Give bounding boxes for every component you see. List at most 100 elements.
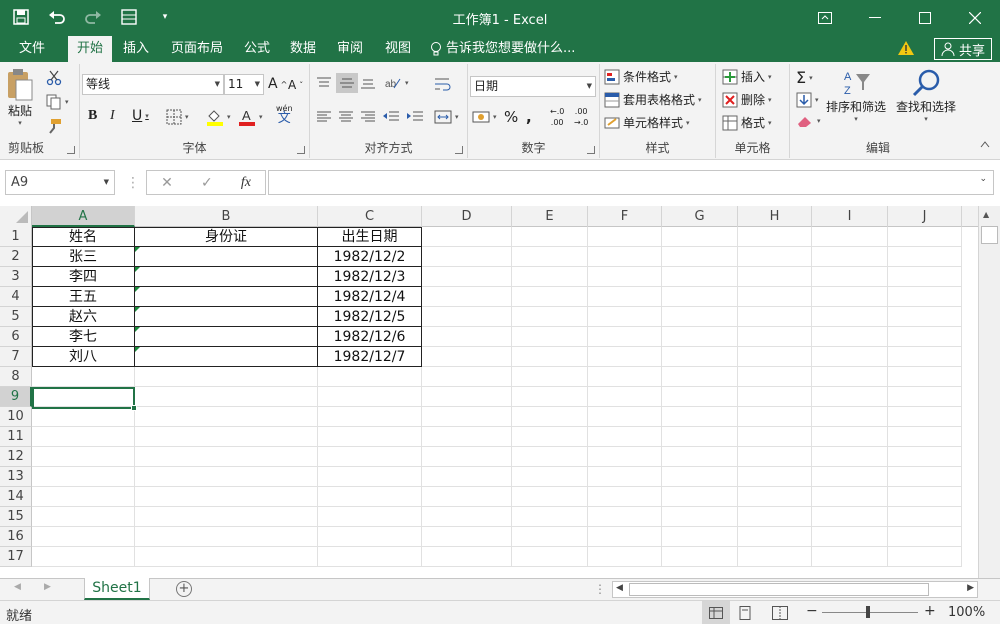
cell-a13[interactable] (32, 467, 135, 487)
cell-i6[interactable] (812, 327, 888, 347)
font-name-combo[interactable]: 等线 ▼ (82, 74, 224, 95)
row-header-1[interactable]: 1 (0, 227, 32, 247)
column-header-a[interactable]: A (32, 206, 135, 227)
cell-e2[interactable] (512, 247, 588, 267)
cell-c12[interactable] (318, 447, 422, 467)
cell-i2[interactable] (812, 247, 888, 267)
cut-icon[interactable] (46, 70, 62, 86)
column-header-c[interactable]: C (318, 206, 422, 227)
cell-a4[interactable]: 王五 (32, 287, 135, 307)
cell-j6[interactable] (888, 327, 962, 347)
cell-j11[interactable] (888, 427, 962, 447)
cell-f13[interactable] (588, 467, 662, 487)
cell-i10[interactable] (812, 407, 888, 427)
zoom-in-icon[interactable]: + (924, 603, 936, 619)
cell-f1[interactable] (588, 227, 662, 247)
cell-d1[interactable] (422, 227, 512, 247)
row-header-15[interactable]: 15 (0, 507, 32, 527)
cell-b4[interactable] (135, 287, 318, 307)
zoom-out-icon[interactable]: − (806, 603, 818, 619)
delete-cells-button[interactable]: 删除 ▾ (722, 91, 772, 108)
wrap-text-icon[interactable] (434, 76, 452, 92)
cell-j14[interactable] (888, 487, 962, 507)
cell-j10[interactable] (888, 407, 962, 427)
column-header-j[interactable]: J (888, 206, 962, 227)
cell-g9[interactable] (662, 387, 738, 407)
cell-j4[interactable] (888, 287, 962, 307)
cell-c17[interactable] (318, 547, 422, 567)
cell-i3[interactable] (812, 267, 888, 287)
cell-a17[interactable] (32, 547, 135, 567)
format-cells-button[interactable]: 格式 ▾ (722, 114, 772, 131)
tab-data[interactable]: 数据 (282, 36, 324, 62)
cell-d16[interactable] (422, 527, 512, 547)
fill-color-icon[interactable]: ▾ (206, 108, 231, 126)
cell-g3[interactable] (662, 267, 738, 287)
tab-view[interactable]: 视图 (376, 36, 420, 62)
cell-c2[interactable]: 1982/12/2 (318, 247, 422, 267)
align-bottom-icon[interactable] (360, 76, 376, 90)
cell-a14[interactable] (32, 487, 135, 507)
cell-e1[interactable] (512, 227, 588, 247)
row-header-9[interactable]: 9 (0, 387, 32, 407)
cell-c16[interactable] (318, 527, 422, 547)
font-size-combo[interactable]: 11 ▼ (224, 74, 264, 95)
cell-d9[interactable] (422, 387, 512, 407)
column-header-g[interactable]: G (662, 206, 738, 227)
cell-d3[interactable] (422, 267, 512, 287)
cell-f15[interactable] (588, 507, 662, 527)
cell-c9[interactable] (318, 387, 422, 407)
fill-icon[interactable]: ▾ (796, 92, 819, 108)
underline-icon[interactable]: U ▾ (132, 108, 149, 124)
cell-a16[interactable] (32, 527, 135, 547)
cell-b5[interactable] (135, 307, 318, 327)
name-box[interactable]: A9 ▼ (5, 170, 115, 195)
paste-button[interactable]: 粘贴 ▾ (6, 68, 34, 127)
row-header-6[interactable]: 6 (0, 327, 32, 347)
cell-h7[interactable] (738, 347, 812, 367)
cell-b12[interactable] (135, 447, 318, 467)
cell-g14[interactable] (662, 487, 738, 507)
collapse-ribbon-icon[interactable] (980, 140, 990, 148)
column-header-i[interactable]: I (812, 206, 888, 227)
cell-f14[interactable] (588, 487, 662, 507)
select-all-corner[interactable] (0, 206, 32, 227)
cell-f9[interactable] (588, 387, 662, 407)
sheet-tab-sheet1[interactable]: Sheet1 (84, 578, 150, 600)
cell-e6[interactable] (512, 327, 588, 347)
shrink-font-icon[interactable]: Aˇ (288, 78, 303, 92)
scroll-up-icon[interactable]: ▲ (983, 210, 989, 219)
cell-b9[interactable] (135, 387, 318, 407)
scroll-right-icon[interactable]: ▶ (967, 583, 974, 593)
cell-d4[interactable] (422, 287, 512, 307)
cell-b14[interactable] (135, 487, 318, 507)
cell-b8[interactable] (135, 367, 318, 387)
cell-i1[interactable] (812, 227, 888, 247)
cell-d11[interactable] (422, 427, 512, 447)
cell-b16[interactable] (135, 527, 318, 547)
cell-i16[interactable] (812, 527, 888, 547)
row-header-10[interactable]: 10 (0, 407, 32, 427)
cell-c8[interactable] (318, 367, 422, 387)
maximize-icon[interactable] (900, 0, 950, 36)
expand-formula-icon[interactable]: ⌄ (979, 174, 987, 184)
tab-home[interactable]: 开始 (68, 36, 112, 62)
cell-b6[interactable] (135, 327, 318, 347)
cell-f10[interactable] (588, 407, 662, 427)
cell-j9[interactable] (888, 387, 962, 407)
cell-h14[interactable] (738, 487, 812, 507)
cell-h17[interactable] (738, 547, 812, 567)
cell-d17[interactable] (422, 547, 512, 567)
cell-e15[interactable] (512, 507, 588, 527)
ribbon-display-options-icon[interactable] (800, 0, 850, 36)
row-header-13[interactable]: 13 (0, 467, 32, 487)
sort-filter-button[interactable]: AZ 排序和筛选 ▾ (826, 68, 886, 123)
row-header-16[interactable]: 16 (0, 527, 32, 547)
accounting-format-icon[interactable]: ▾ (472, 110, 497, 124)
cell-j15[interactable] (888, 507, 962, 527)
cell-j7[interactable] (888, 347, 962, 367)
confirm-entry-icon[interactable]: ✓ (201, 175, 213, 191)
cell-e10[interactable] (512, 407, 588, 427)
tab-split-grip-icon[interactable]: ⋮ (594, 582, 606, 596)
cell-e4[interactable] (512, 287, 588, 307)
